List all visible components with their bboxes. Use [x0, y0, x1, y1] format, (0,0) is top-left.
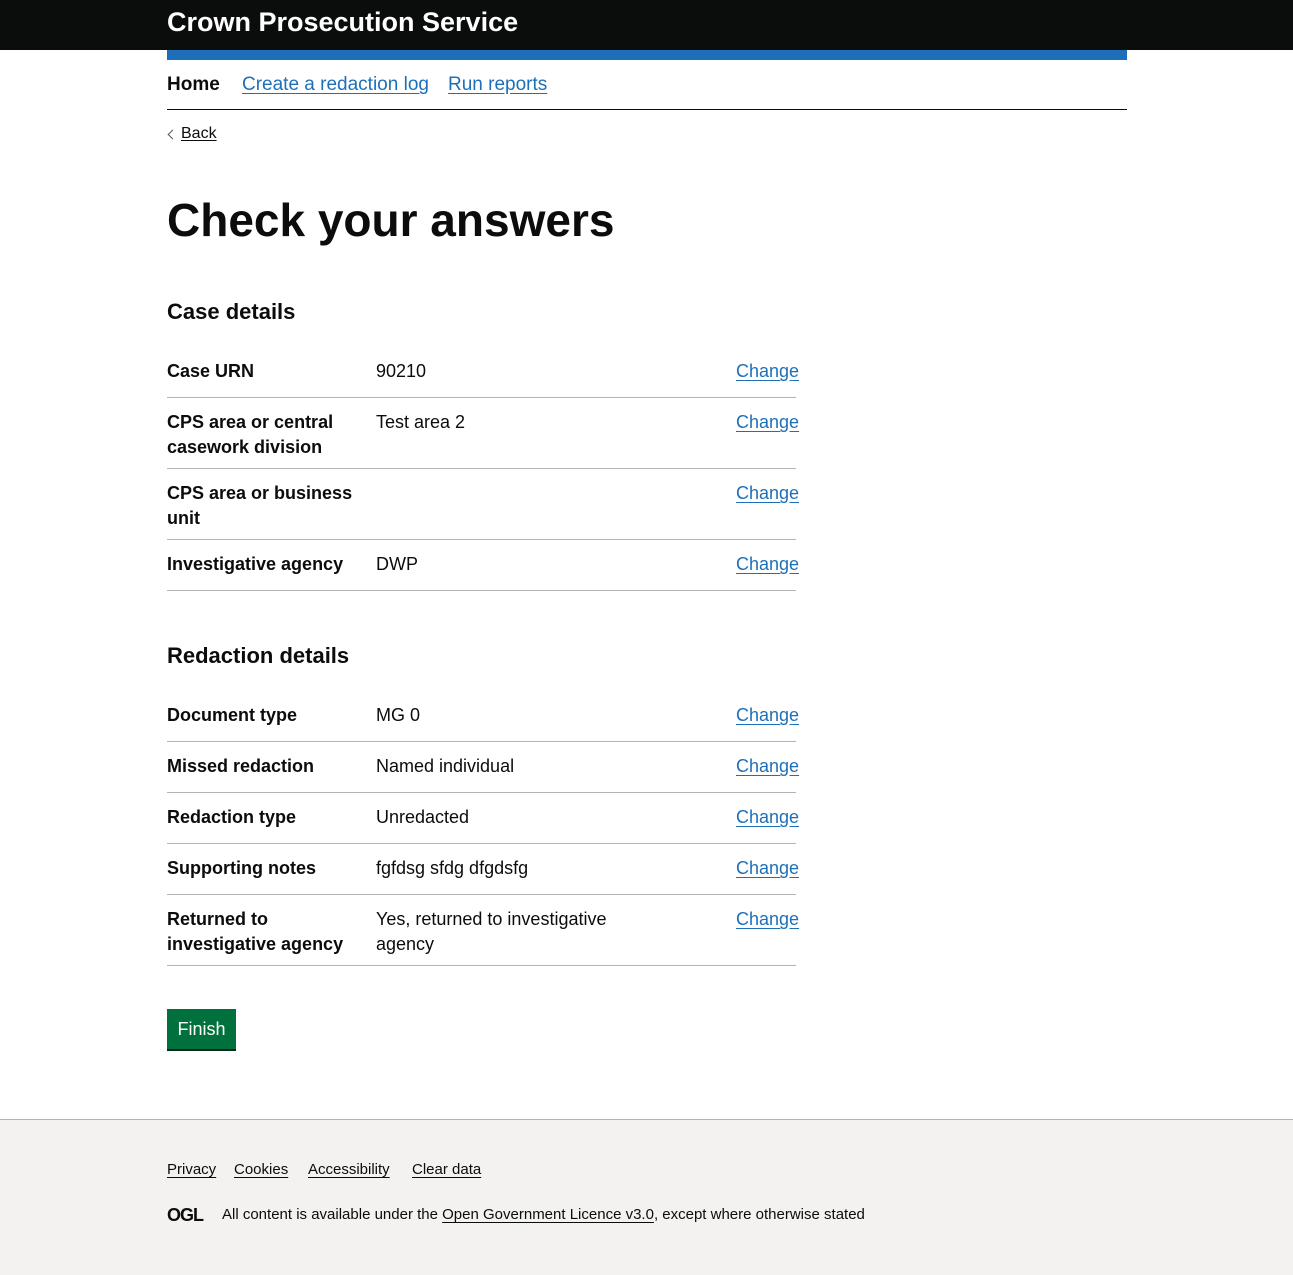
site-footer: Privacy Cookies Accessibility Clear data…	[0, 1119, 1293, 1275]
licence-prefix: All content is available under the	[222, 1206, 443, 1223]
nav-item-run-reports[interactable]: Run reports	[448, 74, 547, 96]
summary-row-returned-to-agency: Returned to investigative agency Yes, re…	[167, 895, 799, 966]
summary-key: Supporting notes	[167, 858, 316, 878]
back-link-label: Back	[181, 125, 217, 142]
summary-row-cps-area-central-casework: CPS area or central casework division Te…	[167, 398, 799, 469]
summary-key: Missed redaction	[167, 756, 315, 776]
licence-suffix: , except where otherwise stated	[653, 1206, 865, 1223]
summary-row-supporting-notes: Supporting notes fgfdsg sfdg dfgdsfg Cha…	[167, 844, 799, 895]
summary-value: fgfdsg sfdg dfgdsfg	[376, 858, 529, 878]
change-business-unit-link[interactable]: Change	[736, 481, 799, 506]
summary-key: CPS area or business unit	[167, 483, 353, 528]
change-missed-redaction-link[interactable]: Change	[736, 754, 799, 779]
summary-key: Case URN	[167, 361, 255, 381]
change-investigative-agency-link[interactable]: Change	[736, 552, 799, 577]
open-government-licence-link[interactable]: Open Government Licence v3.0	[442, 1206, 654, 1223]
nav-item-create-redaction-log[interactable]: Create a redaction log	[242, 74, 429, 96]
change-case-urn-link[interactable]: Change	[736, 359, 799, 384]
licence-statement: All content is available under the Open …	[222, 1205, 865, 1225]
summary-row-investigative-agency: Investigative agency DWP Change	[167, 540, 799, 591]
site-header: Crown Prosecution Service	[0, 0, 1293, 50]
summary-row-missed-redaction: Missed redaction Named individual Change	[167, 742, 799, 793]
footer-link-clear-data[interactable]: Clear data	[412, 1160, 481, 1180]
footer-link-cookies[interactable]: Cookies	[234, 1160, 288, 1180]
summary-value: MG 0	[376, 705, 421, 725]
footer-link-accessibility[interactable]: Accessibility	[308, 1160, 390, 1180]
chevron-left-icon	[167, 129, 178, 140]
nav-item-home[interactable]: Home	[167, 74, 220, 96]
summary-row-case-urn: Case URN 90210 Change	[167, 347, 799, 398]
summary-value: 90210	[376, 361, 427, 381]
case-details-summary-list: Case URN 90210 Change CPS area or centra…	[167, 347, 799, 591]
summary-key: Document type	[167, 705, 298, 725]
redaction-details-heading: Redaction details	[167, 643, 350, 668]
redaction-details-summary-list: Document type MG 0 Change Missed redacti…	[167, 691, 799, 966]
summary-row-document-type: Document type MG 0 Change	[167, 691, 799, 742]
header-accent-bar	[167, 50, 1127, 60]
footer-link-privacy[interactable]: Privacy	[167, 1160, 216, 1180]
change-document-type-link[interactable]: Change	[736, 703, 799, 728]
change-cps-area-division-link[interactable]: Change	[736, 410, 799, 435]
summary-value: Yes, returned to investigative agency	[376, 909, 607, 954]
summary-key: Returned to investigative agency	[167, 909, 344, 954]
summary-row-redaction-type: Redaction type Unredacted Change	[167, 793, 799, 844]
summary-key: CPS area or central casework division	[167, 412, 334, 457]
finish-button[interactable]: Finish	[167, 1009, 236, 1049]
summary-key: Redaction type	[167, 807, 297, 827]
service-name[interactable]: Crown Prosecution Service	[167, 6, 518, 38]
summary-value: Named individual	[376, 756, 515, 776]
summary-value: Unredacted	[376, 807, 470, 827]
summary-key: Investigative agency	[167, 554, 344, 574]
change-returned-to-agency-link[interactable]: Change	[736, 907, 799, 932]
change-redaction-type-link[interactable]: Change	[736, 805, 799, 830]
primary-navigation: Home Create a redaction log Run reports	[167, 60, 1127, 110]
page-title: Check your answers	[167, 194, 615, 246]
change-supporting-notes-link[interactable]: Change	[736, 856, 799, 881]
summary-value: Test area 2	[376, 412, 466, 432]
summary-value: DWP	[376, 554, 418, 574]
case-details-heading: Case details	[167, 299, 296, 324]
summary-row-cps-area-business-unit: CPS area or business unit Change	[167, 469, 799, 540]
ogl-logo-icon: OGL	[167, 1205, 204, 1225]
